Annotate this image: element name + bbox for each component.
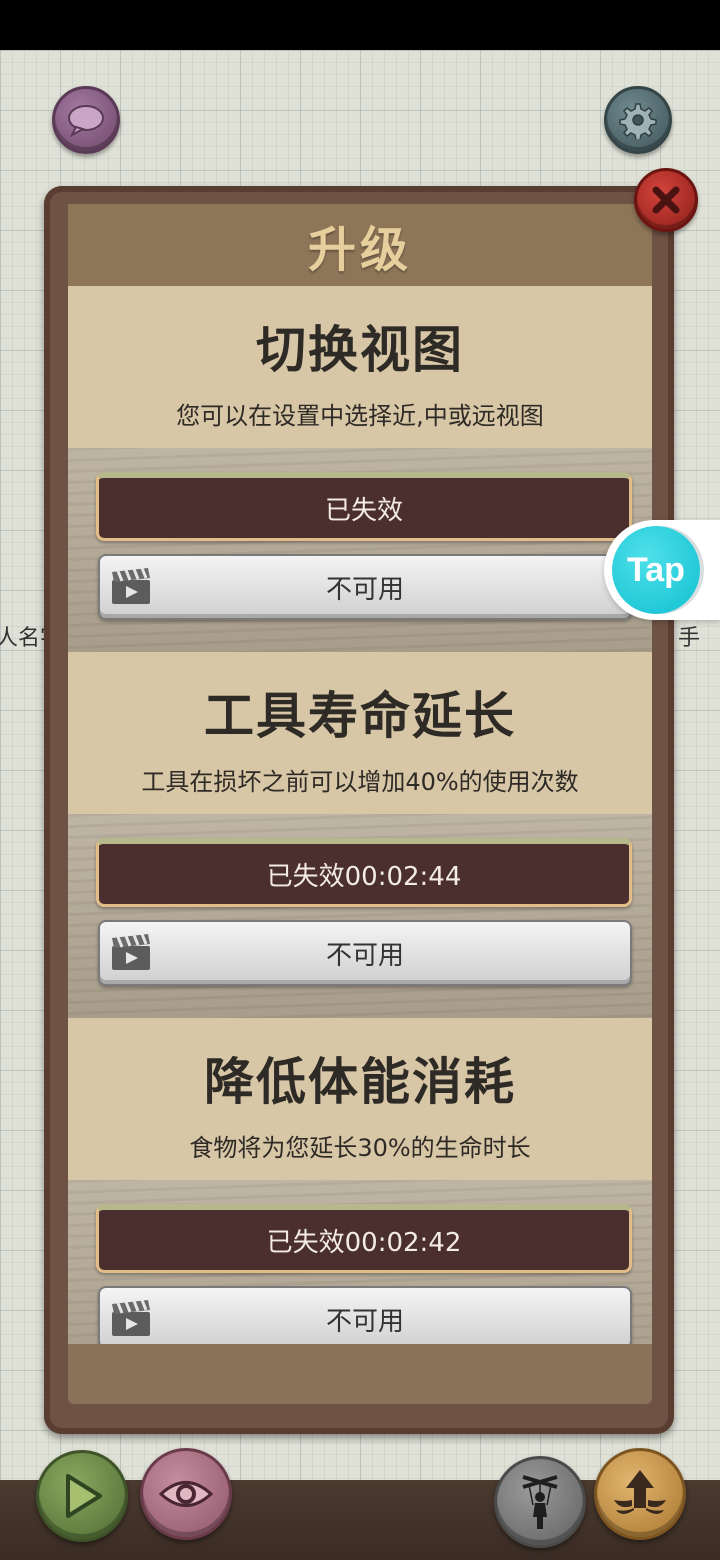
eye-icon [159,1481,213,1507]
puppet-button[interactable] [494,1456,586,1548]
upgrade-description: 您可以在设置中选择近,中或远视图 [176,402,544,430]
upgrade-status-button[interactable]: 已失效00:02:42 [96,1204,632,1273]
upgrade-status-label: 已失效00:02:42 [266,1227,462,1258]
clapperboard-icon [112,1299,150,1336]
dialog-header: 升级 [68,204,652,286]
upgrade-description: 食物将为您延长30%的生命时长 [189,1134,531,1162]
upgrade-title: 降低体能消耗 [204,1053,516,1111]
close-button[interactable] [634,168,698,232]
video-button-label: 不可用 [325,940,404,971]
gear-icon [619,103,657,139]
upgrade-info: 工具寿命延长 工具在损坏之前可以增加40%的使用次数 [68,652,652,814]
settings-button[interactable] [604,86,672,154]
upgrade-actions: 已失效00:02:44 不可用 [68,814,652,1018]
video-button-label: 不可用 [325,1306,404,1337]
system-status-bar [0,0,720,50]
chat-bubble-icon [68,105,104,137]
winged-arrow-icon [614,1470,666,1514]
upgrade-card: 工具寿命延长 工具在损坏之前可以增加40%的使用次数 已失效00:02:44 不… [68,652,652,1018]
puppet-icon [522,1475,558,1529]
upgrade-info: 降低体能消耗 食物将为您延长30%的生命时长 [68,1018,652,1180]
upgrade-menu-button[interactable] [594,1448,686,1540]
chat-button[interactable] [52,86,120,154]
close-x-icon [652,186,680,214]
play-icon [66,1474,102,1518]
upgrade-actions: 已失效 不可用 [68,448,652,652]
upgrade-title: 工具寿命延长 [204,687,516,745]
view-button[interactable] [140,1448,232,1540]
upgrade-actions: 已失效00:02:42 不可用 [68,1180,652,1344]
upgrade-status-button[interactable]: 已失效 [96,472,632,541]
tap-logo: Tap [612,526,700,614]
upgrade-info: 切换视图 您可以在设置中选择近,中或远视图 [68,286,652,448]
upgrade-status-label: 已失效 [324,495,403,526]
upgrade-card: 切换视图 您可以在设置中选择近,中或远视图 已失效 不可用 [68,286,652,652]
dialog-title: 升级 [307,222,412,278]
watch-video-button[interactable]: 不可用 [98,1286,632,1344]
watch-video-button[interactable]: 不可用 [98,554,632,620]
upgrade-status-label: 已失效00:02:44 [266,861,462,892]
clapperboard-icon [112,933,150,970]
upgrade-card: 降低体能消耗 食物将为您延长30%的生命时长 已失效00:02:42 不可用 [68,1018,652,1344]
background-label-right: 手 [678,626,701,651]
dialog-body: 升级 切换视图 您可以在设置中选择近,中或远视图 已失效 不可用 工具寿命延长 … [68,204,652,1404]
play-button[interactable] [36,1450,128,1542]
watch-video-button[interactable]: 不可用 [98,920,632,986]
upgrade-dialog: 升级 切换视图 您可以在设置中选择近,中或远视图 已失效 不可用 工具寿命延长 … [44,186,674,1434]
tap-floating-badge[interactable]: Tap [604,520,720,620]
upgrade-title: 切换视图 [256,321,464,379]
clapperboard-icon [112,567,150,604]
upgrade-list[interactable]: 切换视图 您可以在设置中选择近,中或远视图 已失效 不可用 工具寿命延长 工具在… [68,286,652,1344]
video-button-label: 不可用 [325,574,404,605]
upgrade-description: 工具在损坏之前可以增加40%的使用次数 [141,768,579,796]
upgrade-status-button[interactable]: 已失效00:02:44 [96,838,632,907]
tap-label: Tap [627,550,685,589]
